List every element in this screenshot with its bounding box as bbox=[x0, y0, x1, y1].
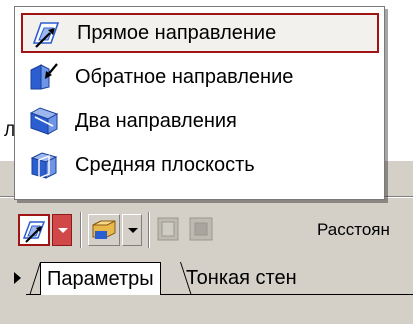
disabled-tool-button[interactable] bbox=[154, 214, 186, 246]
middle-plane-icon bbox=[30, 152, 58, 180]
menu-item-label: Прямое направление bbox=[77, 21, 277, 44]
tab-label: Параметры bbox=[47, 267, 154, 290]
disabled-tool-button-2[interactable] bbox=[186, 214, 218, 246]
bottom-strip bbox=[0, 296, 413, 324]
menu-item-reverse-direction[interactable]: Обратное направление bbox=[21, 57, 379, 97]
chevron-down-icon bbox=[128, 228, 138, 233]
tab-strip: Параметры Тонкая стен bbox=[0, 256, 413, 296]
menu-item-middle-plane[interactable]: Средняя плоскость bbox=[21, 145, 379, 185]
reverse-direction-icon bbox=[30, 63, 58, 90]
toolbar-divider bbox=[148, 212, 150, 248]
toolbar: Расстоян bbox=[0, 200, 413, 256]
forward-direction-icon bbox=[32, 22, 60, 48]
extrusion-block-icon bbox=[92, 220, 116, 239]
disabled-tool-icon bbox=[157, 217, 179, 241]
extrude-type-button[interactable] bbox=[88, 214, 120, 246]
tab-thin-wall[interactable]: Тонкая стен bbox=[180, 262, 303, 295]
direction-dropdown-menu: Прямое направление Обратное направление … bbox=[14, 6, 385, 200]
tab-label: Тонкая стен bbox=[186, 267, 297, 289]
direction-dropdown-button[interactable] bbox=[52, 214, 72, 246]
direction-button[interactable] bbox=[18, 214, 50, 246]
forward-direction-icon bbox=[22, 221, 46, 243]
menu-item-forward-direction[interactable]: Прямое направление bbox=[21, 13, 379, 53]
menu-item-label: Средняя плоскость bbox=[75, 153, 255, 176]
chevron-right-icon[interactable] bbox=[14, 272, 21, 284]
menu-item-label: Два направления bbox=[75, 109, 237, 132]
toolbar-divider bbox=[80, 212, 82, 248]
tab-parameters[interactable]: Параметры bbox=[40, 262, 161, 295]
chevron-down-icon bbox=[58, 228, 68, 233]
distance-label: Расстоян bbox=[317, 220, 390, 239]
menu-item-two-directions[interactable]: Два направления bbox=[21, 101, 379, 141]
menu-item-label: Обратное направление bbox=[75, 65, 294, 88]
disabled-tool-icon bbox=[189, 217, 213, 241]
two-directions-icon bbox=[29, 107, 59, 135]
extrude-type-dropdown[interactable] bbox=[122, 214, 142, 246]
